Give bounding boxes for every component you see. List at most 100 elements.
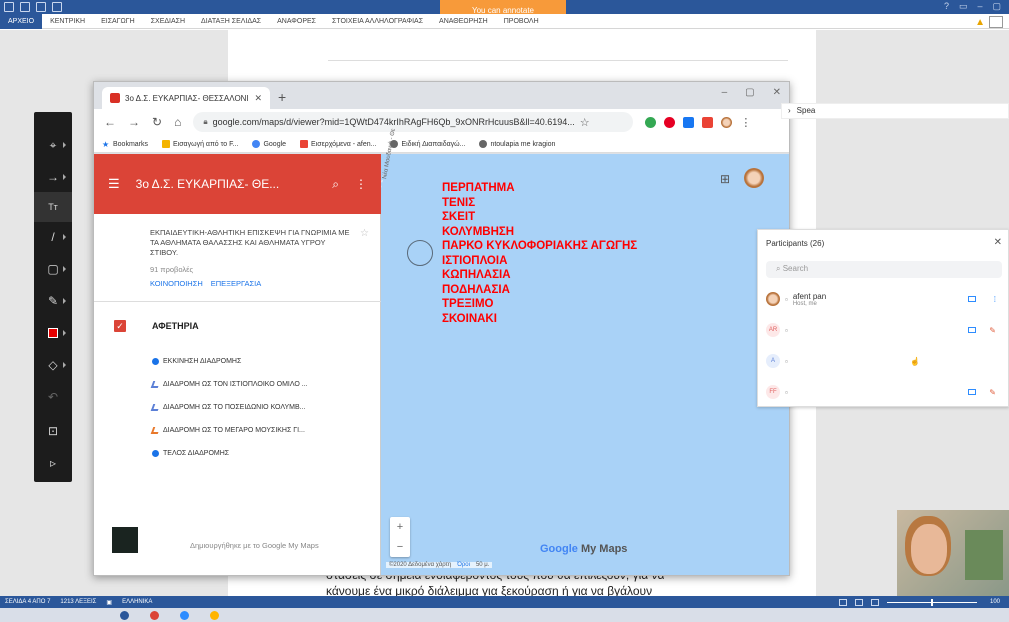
bookmark-item[interactable]: Εισαγωγή από το F... [162, 139, 238, 148]
annotate-icon[interactable]: ✎ [989, 388, 996, 397]
address-bar[interactable]: 🔒︎ google.com/maps/d/viewer?mid=1QWtD474… [193, 112, 634, 132]
ribbon-tab[interactable]: ΑΡΧΕΙΟ [0, 13, 43, 29]
more-options-icon[interactable]: ⋮ [355, 177, 367, 191]
account-icon[interactable] [989, 16, 1003, 28]
restore-ribbon-icon[interactable]: ▭ [959, 1, 968, 12]
terms-link[interactable]: Όροι [457, 562, 470, 568]
bookmark-star-icon[interactable]: ☆ [580, 116, 590, 129]
map-canvas[interactable]: Νέα Μουδανιά - Θε ΠΕΡΠΑΤΗΜΑ ΤΕΝΙΣ ΣΚΕΙΤ ΚΟΛ… [94, 128, 789, 575]
close-icon[interactable]: ✕ [994, 237, 1002, 248]
ribbon-tab[interactable]: ΚΕΝΤΡΙΚΗ [42, 14, 93, 29]
participant-row[interactable]: FF ▫ ✎ [766, 379, 1006, 405]
close-icon[interactable]: ✕ [773, 87, 781, 98]
undo-icon[interactable] [36, 2, 46, 12]
word-count[interactable]: 1213 ΛΕΞΕΙΣ [55, 599, 101, 605]
microphone-icon[interactable]: ▫ [785, 388, 788, 397]
menu-icon[interactable]: ☰ [108, 176, 120, 192]
redo-icon[interactable] [52, 2, 62, 12]
search-icon[interactable]: ⌕ [332, 177, 339, 192]
legend-item[interactable]: ΕΚΚΙΝΗΣΗ ΔΙΑΔΡΟΜΗΣ [152, 358, 241, 365]
menu-icon[interactable]: ⋮ [740, 116, 751, 129]
chrome-task-icon[interactable] [150, 611, 159, 620]
legend-item[interactable]: ΔΙΑΔΡΟΜΗ ΩΣ ΤΟ ΜΕΓΑΡΟ ΜΟΥΣΙΚΗΣ ΓΙ... [150, 427, 305, 434]
save-icon[interactable] [20, 2, 30, 12]
minimize-icon[interactable]: – [977, 1, 982, 12]
zoom-slider[interactable] [886, 598, 977, 606]
shape-tool[interactable]: ▢ [34, 254, 72, 284]
zoom-out-button[interactable]: − [390, 537, 410, 557]
bookmark-item[interactable]: Ειδική Διαπαιδαγώ... [390, 139, 465, 148]
home-button[interactable]: ⌂ [174, 115, 181, 129]
pinterest-icon[interactable] [664, 116, 676, 128]
camera-icon[interactable] [968, 296, 976, 302]
minimize-icon[interactable]: – [722, 87, 728, 98]
browser-tab[interactable]: 3ο Δ.Σ. ΕΥΚΑΡΠΙΑΣ- ΘΕΣΣΑΛΟΝΙ ✕ [102, 87, 270, 109]
proofing-icon[interactable]: ▣ [101, 599, 117, 606]
apps-grid-icon[interactable]: ⊞ [720, 172, 730, 186]
ribbon-tab[interactable]: ΣΤΟΙΧΕΙΑ ΑΛΛΗΛΟΓΡΑΦΙΑΣ [324, 14, 431, 29]
spotlight-tool[interactable]: → [34, 162, 72, 192]
ribbon-tab[interactable]: ΣΧΕΔΙΑΣΗ [143, 14, 193, 29]
zoom-slider-knob[interactable] [930, 598, 933, 606]
side-search-input[interactable]: › Spea [781, 103, 1009, 119]
legend-item[interactable]: ΔΙΑΔΡΟΜΗ ΩΣ ΤΟΝ ΙΣΤΙΟΠΛΟΙΚΟ ΟΜΙΛΟ ... [150, 381, 308, 388]
read-mode-icon[interactable] [838, 598, 847, 606]
back-button[interactable]: ← [104, 115, 116, 129]
collapse-tool[interactable]: ▹ [34, 448, 72, 478]
extension-icon[interactable] [645, 116, 657, 128]
close-tab-icon[interactable]: ✕ [254, 93, 262, 104]
participant-row[interactable]: A ▫ ☝ [766, 348, 1006, 374]
share-link[interactable]: ΚΟΙΝΟΠΟΙΗΣΗ [150, 279, 203, 288]
maximize-icon[interactable]: ▢ [745, 87, 754, 98]
zoom-in-button[interactable]: + [390, 517, 410, 537]
zoom-task-icon[interactable] [180, 611, 189, 620]
forward-button[interactable]: → [128, 115, 140, 129]
ribbon-tab[interactable]: ΔΙΑΤΑΞΗ ΣΕΛΙΔΑΣ [193, 14, 269, 29]
draw-line-tool[interactable]: / [34, 222, 72, 252]
reload-button[interactable]: ↻ [152, 115, 162, 129]
bookmark-item[interactable]: ★ Bookmarks [102, 140, 148, 149]
microphone-icon[interactable]: ▫ [785, 295, 788, 304]
microphone-icon[interactable]: ▫ [785, 326, 788, 335]
zoom-level[interactable]: 100 [985, 599, 1005, 605]
layer-checkbox[interactable]: ✓ [114, 320, 126, 332]
print-layout-icon[interactable] [854, 598, 863, 606]
camera-icon[interactable] [968, 389, 976, 395]
bookmark-item[interactable]: Εισερχόμενα - afen... [300, 139, 376, 148]
warning-icon[interactable]: ▲ [975, 17, 985, 28]
annotate-icon[interactable]: ✎ [989, 326, 996, 335]
pen-tool[interactable]: ✎ [34, 286, 72, 316]
select-tool[interactable]: ⌖ [34, 130, 72, 160]
microphone-icon[interactable]: ▫ [785, 357, 788, 366]
undo-tool[interactable]: ↶ [34, 382, 72, 412]
star-icon[interactable]: ☆ [360, 228, 369, 239]
legend-item[interactable]: ΤΕΛΟΣ ΔΙΑΔΡΟΜΗΣ [152, 450, 229, 457]
save-tool[interactable]: ⊡ [34, 416, 72, 446]
word-task-icon[interactable] [120, 611, 129, 620]
facebook-icon[interactable] [683, 116, 695, 128]
page-count[interactable]: ΣΕΛΙΔΑ 4 ΑΠΟ 7 [0, 599, 55, 605]
web-layout-icon[interactable] [870, 598, 879, 606]
eraser-tool[interactable]: ◇ [34, 350, 72, 380]
participant-row[interactable]: AR ▫ ✎ [766, 317, 1006, 343]
ribbon-tab[interactable]: ΠΡΟΒΟΛΗ [496, 14, 547, 29]
ribbon-tab[interactable]: ΑΝΑΦΟΡΕΣ [269, 14, 324, 29]
ribbon-tab[interactable]: ΕΙΣΑΓΩΓΗ [93, 14, 143, 29]
participant-search-input[interactable]: ⌕ Search [766, 261, 1002, 278]
profile-avatar[interactable] [721, 116, 733, 128]
participant-row[interactable]: ▫ afent pan Host, me ⁞ [766, 286, 1006, 312]
new-tab-button[interactable]: + [278, 89, 286, 105]
help-icon[interactable]: ? [944, 1, 949, 12]
maximize-icon[interactable]: ▢ [992, 1, 1001, 12]
edit-link[interactable]: ΕΠΕΞΕΡΓΑΣΙΑ [211, 279, 261, 288]
camera-icon[interactable] [968, 327, 976, 333]
ribbon-tab[interactable]: ΑΝΑΘΕΩΡΗΣΗ [431, 14, 496, 29]
text-tool[interactable]: Tт [34, 192, 72, 222]
color-tool[interactable] [34, 318, 72, 348]
extension-icon[interactable] [702, 116, 714, 128]
folder-task-icon[interactable] [210, 611, 219, 620]
user-avatar[interactable] [744, 168, 764, 188]
legend-item[interactable]: ΔΙΑΔΡΟΜΗ ΩΣ ΤΟ ΠΟΣΕΙΔΩΝΙΟ ΚΟΛΥΜΒ... [150, 404, 306, 411]
language[interactable]: ΕΛΛΗΝΙΚΑ [117, 599, 157, 605]
bookmark-item[interactable]: ntoulapia me kragion [479, 139, 555, 148]
